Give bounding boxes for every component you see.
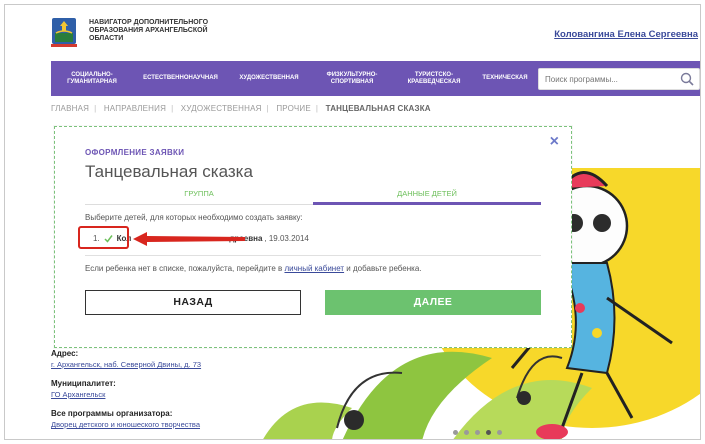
site-title-line: НАВИГАТОР ДОПОЛНИТЕЛЬНОГО (89, 19, 209, 26)
breadcrumb-separator: | (94, 104, 97, 113)
modal-label: ОФОРМЛЕНИЕ ЗАЯВКИ (85, 148, 185, 157)
breadcrumb-other[interactable]: ПРОЧИЕ (276, 104, 311, 113)
user-profile-link[interactable]: Коловангина Елена Сергеевна (554, 29, 698, 40)
municipality-link[interactable]: ГО Архангельск (51, 390, 201, 399)
carousel-dot[interactable] (475, 430, 480, 435)
all-programs-label: Все программы организатора: (51, 409, 173, 418)
modal-tabs: ГРУППА ДАННЫЕ ДЕТЕЙ (85, 189, 541, 205)
organizer-link[interactable]: Дворец детского и юношеского творчества (51, 420, 201, 429)
nav-item-label: ТУРИСТСКО- КРАЕВЕДЧЕСКАЯ (407, 71, 461, 85)
breadcrumb-separator: | (266, 104, 269, 113)
instruction-text: Выберите детей, для которых необходимо с… (85, 213, 303, 222)
address-label: Адрес: (51, 349, 79, 358)
carousel-dot[interactable] (453, 430, 458, 435)
site-header: НАВИГАТОР ДОПОЛНИТЕЛЬНОГО ОБРАЗОВАНИЯ АР… (5, 5, 700, 57)
tab-group[interactable]: ГРУППА (85, 189, 313, 205)
application-modal: × ОФОРМЛЕНИЕ ЗАЯВКИ Танцевальная сказка … (54, 126, 572, 348)
breadcrumb-current: ТАНЦЕВАЛЬНАЯ СКАЗКА (325, 104, 431, 113)
municipality-label: Муниципалитет: (51, 379, 116, 388)
tab-kids-data[interactable]: ДАННЫЕ ДЕТЕЙ (313, 189, 541, 205)
personal-cabinet-link[interactable]: личный кабинет (284, 264, 344, 273)
breadcrumb-directions[interactable]: НАПРАВЛЕНИЯ (104, 104, 166, 113)
site-title-line: ОБРАЗОВАНИЯ АРХАНГЕЛЬСКОЙ (89, 27, 208, 34)
breadcrumb: ГЛАВНАЯ | НАПРАВЛЕНИЯ | ХУДОЖЕСТВЕННАЯ | ПР… (51, 104, 431, 113)
annotation-arrow-icon (133, 232, 245, 246)
modal-title: Танцевальная сказка (85, 162, 253, 181)
nav-item-social[interactable]: СОЦИАЛЬНО- ГУМАНИТАРНАЯ (51, 72, 133, 86)
program-info: Адрес: г. Архангельск, наб. Северной Дви… (51, 349, 201, 429)
carousel-dot[interactable] (464, 430, 469, 435)
carousel-dots (453, 430, 502, 435)
nav-item-tourism[interactable]: ТУРИСТСКО- КРАЕВЕДЧЕСКАЯ (394, 72, 474, 86)
nav-item-label: ФИЗКУЛЬТУРНО- СПОРТИВНАЯ (326, 71, 378, 85)
annotation-highlight-box (78, 226, 129, 249)
child-birthdate: , 19.03.2014 (264, 233, 309, 243)
missing-child-note: Если ребенка нет в списке, пожалуйста, п… (85, 264, 422, 273)
site-title-line: ОБЛАСТИ (89, 35, 124, 42)
note-text-after: и добавьте ребенка. (344, 264, 422, 273)
browser-frame: НАВИГАТОР ДОПОЛНИТЕЛЬНОГО ОБРАЗОВАНИЯ АР… (4, 4, 701, 440)
nav-item-label: СОЦИАЛЬНО- ГУМАНИТАРНАЯ (67, 71, 117, 85)
next-button[interactable]: ДАЛЕЕ (325, 290, 541, 315)
breadcrumb-separator: | (171, 104, 174, 113)
coat-of-arms-logo[interactable] (51, 17, 77, 47)
search-box (538, 68, 700, 90)
divider (85, 255, 541, 256)
carousel-dot-active[interactable] (486, 430, 491, 435)
nav-item-sport[interactable]: ФИЗКУЛЬТУРНО- СПОРТИВНАЯ (310, 72, 394, 86)
breadcrumb-art[interactable]: ХУДОЖЕСТВЕННАЯ (181, 104, 262, 113)
search-icon[interactable] (680, 72, 694, 86)
nav-item-science[interactable]: ЕСТЕСТВЕННОНАУЧНАЯ (133, 75, 228, 82)
search-input[interactable] (539, 69, 669, 90)
breadcrumb-home[interactable]: ГЛАВНАЯ (51, 104, 89, 113)
back-button[interactable]: НАЗАД (85, 290, 301, 315)
site-title[interactable]: НАВИГАТОР ДОПОЛНИТЕЛЬНОГО ОБРАЗОВАНИЯ АР… (89, 19, 208, 43)
close-icon[interactable]: × (550, 133, 559, 151)
nav-item-tech[interactable]: ТЕХНИЧЕСКАЯ (474, 75, 536, 82)
breadcrumb-separator: | (315, 104, 319, 113)
nav-item-art[interactable]: ХУДОЖЕСТВЕННАЯ (228, 75, 310, 82)
note-text-before: Если ребенка нет в списке, пожалуйста, п… (85, 264, 285, 273)
main-nav: СОЦИАЛЬНО- ГУМАНИТАРНАЯ ЕСТЕСТВЕННОНАУЧНА… (51, 61, 700, 96)
address-link[interactable]: г. Архангельск, наб. Северной Двины, д. … (51, 360, 201, 369)
carousel-dot[interactable] (497, 430, 502, 435)
